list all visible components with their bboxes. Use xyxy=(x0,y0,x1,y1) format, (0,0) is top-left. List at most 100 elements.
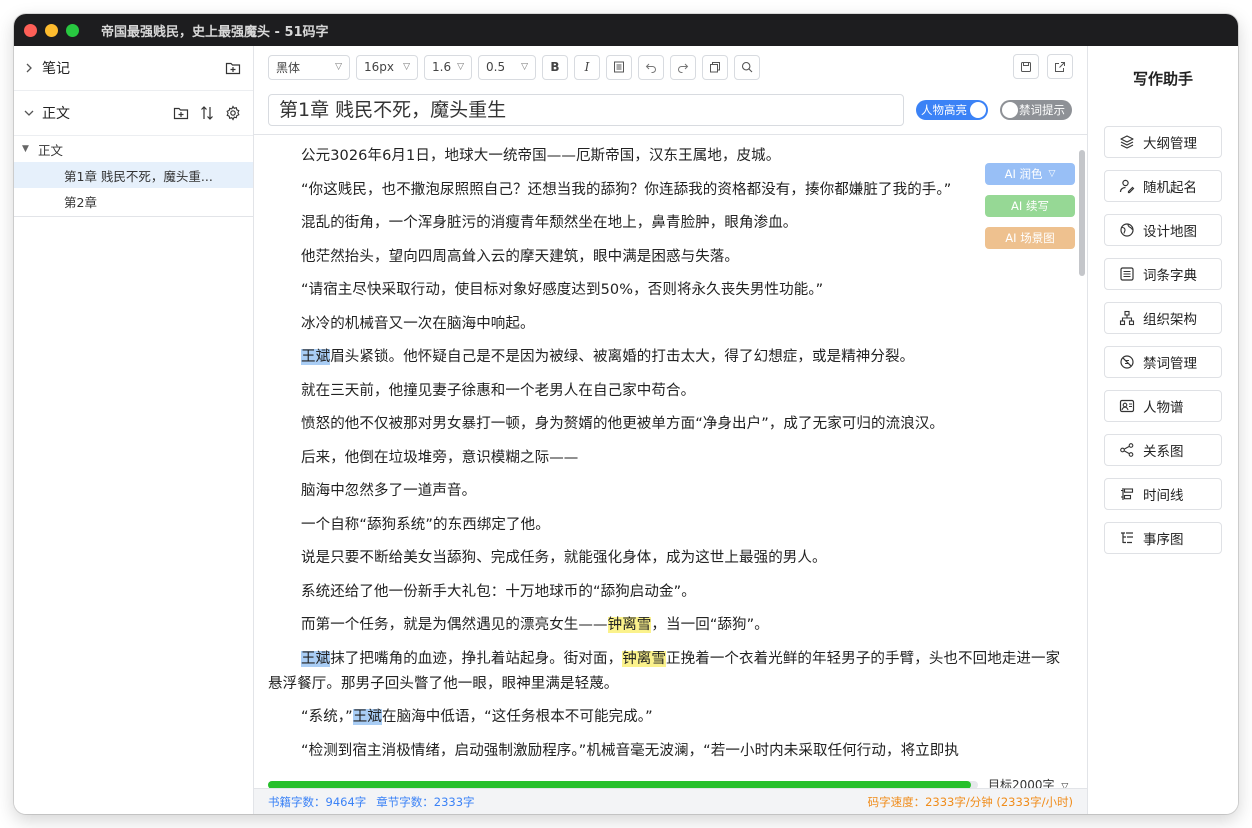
chevron-down-icon: ▽ xyxy=(403,62,410,72)
tree-chapter-label: 第2章 xyxy=(64,194,97,210)
maximize-window-button[interactable] xyxy=(66,23,79,37)
assistant-tool-button[interactable]: 随机起名 xyxy=(1104,170,1222,202)
editor-area: 黑体 ▽ 16px ▽ 1.6 ▽ 0.5 ▽ B I 第1章 贱民不死，魔头重… xyxy=(254,46,1088,814)
tree-chapter-2[interactable]: 第2章 xyxy=(22,188,253,214)
ai-polish-button[interactable]: AI 润色 ▽ xyxy=(985,163,1075,185)
line-height-select[interactable]: 1.6 ▽ xyxy=(424,54,472,80)
text-paragraph: “检测到宿主消极情绪，启动强制激励程序。”机械音毫无波澜，“若一小时内未采取任何… xyxy=(268,739,1066,764)
text-run: 一个自称“舔狗系统”的东西绑定了他。 xyxy=(301,516,550,533)
text-paragraph: 就在三天前，他撞见妻子徐惠和一个老男人在自己家中苟合。 xyxy=(268,379,1066,404)
window-title: 帝国最强贱民，史上最强魔头 - 51码字 xyxy=(101,24,329,40)
body-label: 正文 xyxy=(42,106,70,122)
toggle-knob xyxy=(1002,102,1018,118)
notes-section-header[interactable]: 笔记 xyxy=(14,46,253,91)
text-paragraph: 说是只要不断给美女当舔狗、完成任务，就能强化身体，成为这世上最强的男人。 xyxy=(268,546,1066,571)
character-name-highlight: 钟离雪 xyxy=(622,650,667,667)
ai-continue-button[interactable]: AI 续写 xyxy=(985,195,1075,217)
text-run: 抹了把嘴角的血迹，挣扎着站起身。街对面， xyxy=(330,650,623,667)
assistant-tool-label: 大纲管理 xyxy=(1143,136,1197,152)
ai-polish-label: AI 润色 xyxy=(1004,167,1043,181)
chevron-down-icon: ▽ xyxy=(521,62,528,72)
chevron-down-icon[interactable] xyxy=(24,108,38,118)
character-highlight-toggle[interactable]: 人物高亮 xyxy=(916,100,988,120)
text-paragraph: 愤怒的他不仅被那对男女暴打一顿，身为赘婿的他更被单方面“净身出户”，成了无家可归… xyxy=(268,412,1066,437)
text-run: 而第一个任务，就是为偶然遇见的漂亮女生—— xyxy=(301,617,608,633)
font-size-select[interactable]: 16px ▽ xyxy=(356,54,418,80)
text-run: 愤怒的他不仅被那对男女暴打一顿，身为赘婿的他更被单方面“净身出户”，成了无家可归… xyxy=(301,416,945,432)
redo-icon xyxy=(678,63,689,73)
minimize-window-button[interactable] xyxy=(45,23,58,37)
divider xyxy=(254,134,1087,135)
list-icon xyxy=(1119,266,1135,282)
add-folder-icon[interactable] xyxy=(171,103,191,123)
globe-icon xyxy=(1119,222,1135,238)
assistant-tool-button[interactable]: 关系图 xyxy=(1104,434,1222,466)
save-button[interactable] xyxy=(1013,54,1039,79)
text-run: “请宿主尽快采取行动，使目标对象好感度达到50%，否则将永久丧失男性功能。” xyxy=(301,282,824,298)
assistant-tool-label: 设计地图 xyxy=(1143,224,1197,240)
title-bar: 帝国最强贱民，史上最强魔头 - 51码字 xyxy=(14,14,1238,46)
chevron-right-icon[interactable] xyxy=(24,63,38,73)
text-run: ，当一回“舔狗”。 xyxy=(651,617,769,633)
body-section-header[interactable]: 正文 xyxy=(14,91,253,136)
character-name-highlight: 钟离雪 xyxy=(607,617,652,633)
assistant-tool-button[interactable]: 组织架构 xyxy=(1104,302,1222,334)
status-bar: 书籍字数：9464字 章节字数：2333字 码字速度：2333字/分钟 (233… xyxy=(254,788,1087,814)
chapter-title-input[interactable]: 第1章 贱民不死，魔头重生 xyxy=(268,94,904,126)
font-family-value: 黑体 xyxy=(276,60,301,75)
close-window-button[interactable] xyxy=(24,23,37,37)
text-paragraph: “系统，”王斌在脑海中低语，“这任务根本不可能完成。” xyxy=(268,705,1066,730)
assistant-tool-label: 词条字典 xyxy=(1143,268,1197,284)
editor-text-area[interactable]: 公元3026年6月1日，地球大一统帝国——厄斯帝国，汉东王属地，皮城。 “你这贱民… xyxy=(268,136,1066,766)
assistant-tool-button[interactable]: 事序图 xyxy=(1104,522,1222,554)
italic-button[interactable]: I xyxy=(574,54,600,80)
assistant-tool-label: 关系图 xyxy=(1143,444,1184,460)
sort-icon[interactable] xyxy=(197,103,217,123)
assistant-tool-button[interactable]: 设计地图 xyxy=(1104,214,1222,246)
text-run: 后来，他倒在垃圾堆旁，意识模糊之际—— xyxy=(301,449,579,466)
format-paragraph-button[interactable] xyxy=(606,54,632,80)
tree-folder-body[interactable]: ▼ 正文 xyxy=(22,136,253,162)
editor-scrollbar[interactable] xyxy=(1079,150,1085,276)
banned-words-toggle[interactable]: 禁词提示 xyxy=(1000,100,1072,120)
character-name-highlight: 王斌 xyxy=(301,650,331,667)
font-size-value: 16px xyxy=(364,60,394,74)
redo-button[interactable] xyxy=(670,54,696,80)
search-button[interactable] xyxy=(734,54,760,80)
gear-icon[interactable] xyxy=(223,103,243,123)
export-button[interactable] xyxy=(1047,54,1073,79)
assistant-tool-button[interactable]: 人物谱 xyxy=(1104,390,1222,422)
assistant-tool-label: 人物谱 xyxy=(1143,400,1184,416)
assistant-tool-button[interactable]: 时间线 xyxy=(1104,478,1222,510)
undo-button[interactable] xyxy=(638,54,664,80)
copy-button[interactable] xyxy=(702,54,728,80)
layers-icon xyxy=(1119,134,1135,150)
text-paragraph: 他茫然抬头，望向四周高耸入云的摩天建筑，眼中满是困惑与失落。 xyxy=(268,245,1066,270)
portrait-icon xyxy=(1119,398,1135,414)
writing-assistant-panel: 写作助手 大纲管理 随机起名 设计地图 词条字典 组织架构 禁词管理 人物谱 关系图 时间线 事序… xyxy=(1088,46,1238,814)
bold-button[interactable]: B xyxy=(542,54,568,80)
ai-scene-button[interactable]: AI 场景图 xyxy=(985,227,1075,249)
caret-down-icon[interactable]: ▼ xyxy=(22,144,38,154)
forbidden-icon xyxy=(1119,354,1135,370)
toggle-knob xyxy=(970,102,986,118)
tree-chapter-label: 第1章 贱民不死，魔头重... xyxy=(64,168,213,184)
text-run: 就在三天前，他撞见妻子徐惠和一个老男人在自己家中苟合。 xyxy=(301,382,696,399)
text-run: “你这贱民，也不撒泡尿照照自己？还想当我的舔狗？你连舔我的资格都没有，揍你都嫌脏… xyxy=(301,181,952,198)
format-toolbar: 黑体 ▽ 16px ▽ 1.6 ▽ 0.5 ▽ B I xyxy=(254,46,1087,88)
font-family-select[interactable]: 黑体 ▽ xyxy=(268,54,350,80)
typing-speed: 码字速度：2333字/分钟 (2333字/小时) xyxy=(867,794,1073,809)
sidebar: 笔记 正文 ▼ 正文 第1章 贱民不死，魔头重... 第2章 xyxy=(14,46,254,814)
assistant-tool-button[interactable]: 禁词管理 xyxy=(1104,346,1222,378)
letter-spacing-select[interactable]: 0.5 ▽ xyxy=(478,54,536,80)
assistant-tool-button[interactable]: 词条字典 xyxy=(1104,258,1222,290)
text-run: 脑海中忽然多了一道声音。 xyxy=(301,483,477,499)
undo-icon xyxy=(645,63,656,73)
tree-chapter-1[interactable]: 第1章 贱民不死，魔头重... xyxy=(14,162,253,188)
text-paragraph: 脑海中忽然多了一道声音。 xyxy=(268,479,1066,504)
book-word-count: 书籍字数：9464字 xyxy=(268,794,367,809)
banned-words-label: 禁词提示 xyxy=(1019,103,1065,117)
text-paragraph: 系统还给了他一份新手大礼包：十万地球币的“舔狗启动金”。 xyxy=(268,580,1066,605)
add-note-icon[interactable] xyxy=(223,58,243,78)
assistant-tool-button[interactable]: 大纲管理 xyxy=(1104,126,1222,158)
